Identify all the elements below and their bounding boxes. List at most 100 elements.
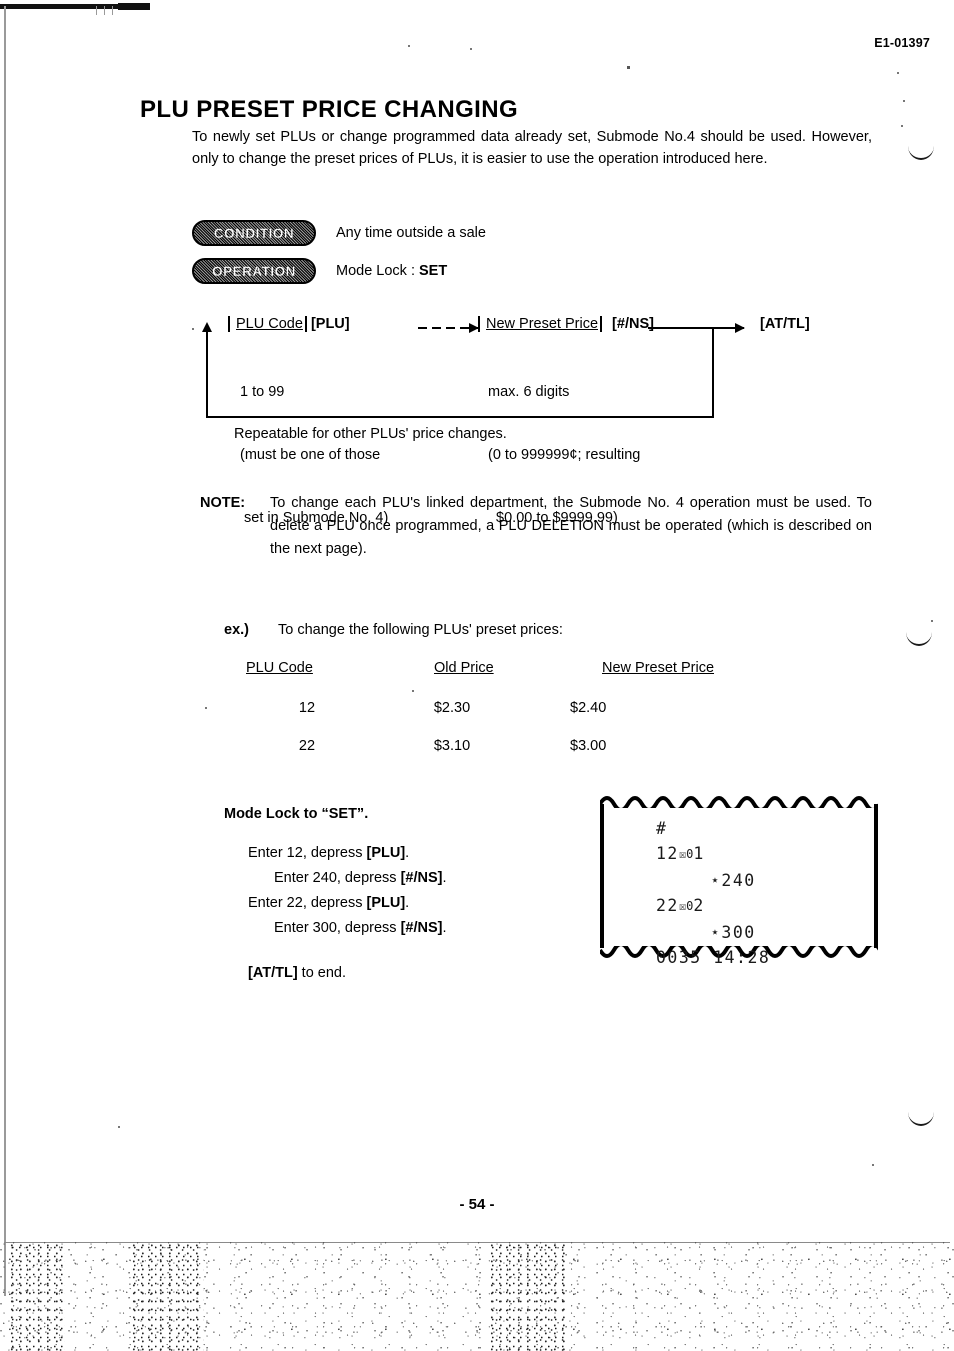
cell-old-price: $3.10 [433, 738, 471, 754]
receipt-line-plu-22-dept: ☒0 [678, 899, 694, 913]
table-header-row: PLU Code Old Price New Preset Price [246, 660, 750, 700]
operation-text-prefix: Mode Lock : [336, 263, 420, 279]
receipt-printout-text: # 12☒01 ⋆240 22☒02 ⋆300 0035 14:28 [600, 816, 878, 970]
cell-new-price: $2.40 [570, 700, 607, 716]
flow-node-new-price: New Preset Price [#/NS] [478, 316, 654, 332]
scan-tick-mark [112, 6, 113, 15]
binder-hole-artifact [908, 1098, 934, 1126]
document-code: E1-01397 [874, 36, 930, 50]
scan-speck [192, 328, 194, 330]
flow-node-plu-code: PLU Code [PLU] [228, 316, 350, 332]
step-mode-lock-value: “SET” [321, 806, 365, 822]
receipt-line-plu-12-code: 12 [656, 844, 679, 863]
example-price-table: PLU Code Old Price New Preset Price 12 $… [246, 660, 750, 776]
column-header-plu-code: PLU Code [246, 660, 313, 676]
step-mode-lock-prefix: Mode Lock to [224, 806, 322, 822]
step-4-end: . [442, 920, 447, 936]
flow-loop-right-segment [712, 328, 714, 418]
table-row: 12 $2.30 $2.40 [246, 700, 750, 738]
flow-arrow-1 [418, 323, 479, 333]
condition-row: CONDITION Any time outside a sale [192, 220, 486, 246]
scan-edge-artifact-left [4, 6, 6, 1296]
step-enter-300: Enter 300, depress [#/NS]. [274, 916, 447, 941]
receipt-line-price-300: ⋆300 [710, 923, 756, 942]
step-4-text: Enter 300, depress [274, 920, 401, 936]
scan-noise-blotch [10, 1243, 65, 1351]
step-enter-22: Enter 22, depress [PLU]. [248, 891, 447, 916]
step-3-text: Enter 22, depress [248, 895, 367, 911]
note-block: NOTE: To change each PLU's linked depart… [200, 492, 872, 561]
flow-loop-bottom-segment [206, 416, 714, 418]
step-2-key: [#/NS] [400, 870, 443, 886]
receipt-tear-edge-top [600, 792, 878, 808]
step-1-key: [PLU] [366, 845, 406, 861]
receipt-line-plu-22: 22☒02 [600, 893, 878, 920]
scan-tick-mark [104, 6, 105, 15]
flow-node-1-detail-1: 1 to 99 [240, 384, 285, 400]
flow-repeatable-note: Repeatable for other PLUs' price changes… [234, 426, 507, 442]
step-3-end: . [405, 895, 410, 911]
intro-paragraph: To newly set PLUs or change programmed d… [192, 126, 872, 170]
receipt-line-counter-time: 0035 14:28 [656, 948, 771, 967]
scan-speck [205, 707, 207, 709]
binder-hole-artifact [908, 132, 934, 160]
page-title: PLU PRESET PRICE CHANGING [140, 96, 519, 124]
flow-loop-left-segment [206, 332, 208, 418]
step-finish-key: [AT/TL] [248, 965, 298, 981]
flow-arrow-2 [648, 323, 745, 333]
flow-node-2-detail-1: max. 6 digits [488, 384, 570, 400]
scan-speck [901, 125, 903, 127]
flow-node-total: [AT/TL] [760, 316, 810, 332]
receipt-line-price-240: ⋆240 [710, 871, 756, 890]
zigzag-top-icon [600, 796, 878, 808]
scan-speck [470, 48, 472, 50]
step-finish-text: to end. [297, 965, 347, 981]
operation-text: Mode Lock : SET [336, 263, 447, 279]
note-label: NOTE: [200, 495, 246, 511]
step-finish: [AT/TL] to end. [248, 961, 447, 986]
step-enter-240: Enter 240, depress [#/NS]. [274, 866, 447, 891]
cell-new-price: $3.00 [570, 738, 607, 754]
step-4-key: [#/NS] [400, 920, 443, 936]
intro-line-1: To newly set PLUs or change programmed d… [192, 129, 806, 145]
step-2-text: Enter 240, depress [274, 870, 401, 886]
operation-badge-label: OPERATION [212, 263, 296, 279]
receipt-line-hash: # [656, 819, 668, 838]
operation-badge: OPERATION [192, 258, 316, 284]
scan-speck [931, 620, 933, 622]
cell-plu-code: 12 [298, 700, 316, 716]
example-intro: To change the following PLUs' preset pri… [278, 622, 563, 638]
receipt-line-plu-22-code: 22 [656, 896, 679, 915]
table-row: 22 $3.10 $3.00 [246, 738, 750, 776]
step-2-end: . [442, 870, 447, 886]
scan-edge-artifact-top-2 [118, 3, 150, 10]
operation-text-value: SET [419, 263, 448, 279]
flow-node-2-detail-2: (0 to 999999¢; resulting [488, 447, 641, 463]
operation-flow-diagram: PLU Code [PLU] 1 to 99 (must be one of t… [196, 316, 886, 526]
scan-speck [627, 66, 630, 69]
flow-node-3-key: [AT/TL] [760, 316, 810, 332]
receipt-line-plu-12: 12☒01 [600, 841, 878, 868]
condition-badge-label: CONDITION [213, 225, 295, 241]
step-3-key: [PLU] [366, 895, 406, 911]
step-mode-lock-suffix: . [364, 806, 369, 822]
step-mode-lock: Mode Lock to “SET”. [224, 802, 447, 827]
scan-noise-blotch [132, 1243, 204, 1351]
operation-row: OPERATION Mode Lock : SET [192, 258, 447, 284]
scan-speck [897, 72, 899, 74]
scan-speck [903, 100, 905, 102]
step-1-text: Enter 12, depress [248, 845, 367, 861]
scan-tick-mark [96, 6, 97, 15]
step-1-end: . [405, 845, 410, 861]
procedure-steps: Mode Lock to “SET”. Enter 12, depress [P… [224, 802, 447, 986]
binder-hole-artifact [906, 618, 932, 646]
receipt-illustration: # 12☒01 ⋆240 22☒02 ⋆300 0035 14:28 [600, 790, 878, 967]
scan-speck [408, 45, 410, 47]
condition-text: Any time outside a sale [336, 225, 486, 241]
column-header-new-price: New Preset Price [602, 660, 715, 676]
scan-noise-blotch [490, 1243, 568, 1351]
step-enter-12: Enter 12, depress [PLU]. [248, 841, 447, 866]
scan-speck [872, 1164, 874, 1166]
flow-node-2-field: New Preset Price [486, 316, 599, 332]
cell-plu-code: 22 [298, 738, 316, 754]
